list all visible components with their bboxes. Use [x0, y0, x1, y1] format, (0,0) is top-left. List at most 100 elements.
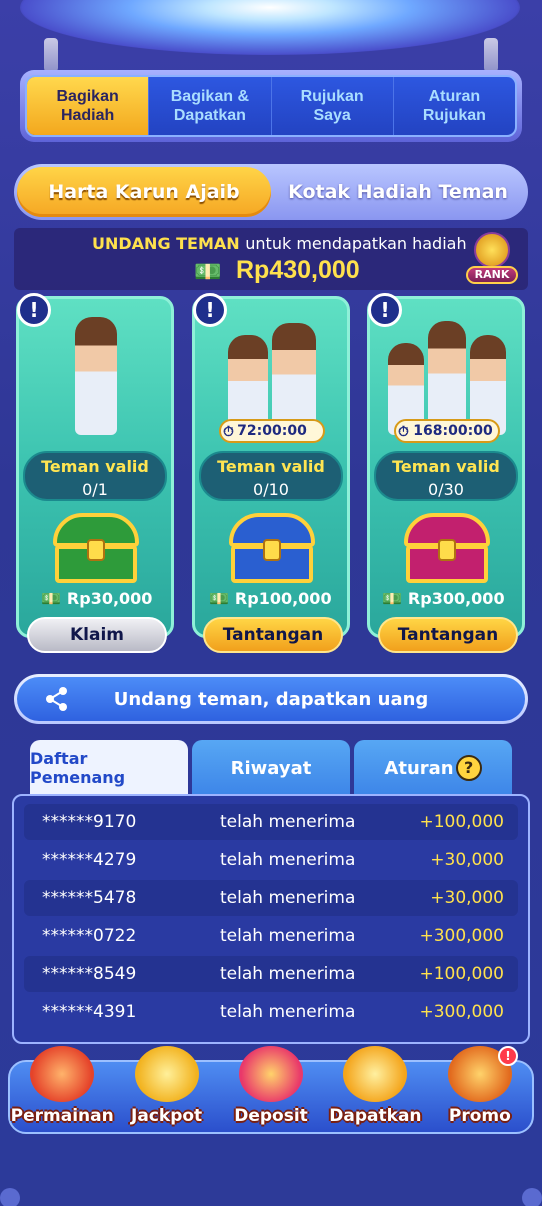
winner-amount: +300,000 [419, 926, 504, 946]
list-item: ******4279 telah menerima +30,000 [24, 842, 518, 878]
winner-amount: +30,000 [430, 888, 504, 908]
segment-kotak-hadiah-teman[interactable]: Kotak Hadiah Teman [271, 167, 525, 217]
valid-label: Teman valid [217, 457, 325, 476]
question-mark-icon: ? [455, 755, 482, 781]
tab-label: Aturan Rujukan [422, 88, 486, 124]
invite-text: untuk mendapatkan hadiah [245, 234, 467, 253]
tab-bagikan-hadiah[interactable]: Bagikan Hadiah [27, 77, 150, 135]
valid-count: 0/10 [253, 480, 289, 499]
winner-list[interactable]: ******9170 telah menerima +100,000 ******4… [12, 794, 530, 1044]
valid-friends-counter: Teman valid 0/10 [199, 451, 343, 501]
nav-label: Dapatkan [329, 1106, 422, 1126]
tab-aturan-rujukan[interactable]: Aturan Rujukan [394, 77, 515, 135]
nav-jackpot[interactable]: Jackpot [114, 1046, 218, 1132]
winner-status: telah menerima [220, 964, 356, 984]
winner-amount: +100,000 [419, 812, 504, 832]
promo-notification-badge: ! [498, 1046, 518, 1066]
nav-promo[interactable]: Promo [428, 1046, 532, 1132]
list-item: ******5478 telah menerima +30,000 [24, 880, 518, 916]
reward-card-1: ! Teman valid 0/1 💵 Rp30,000 Klaim [16, 293, 174, 653]
tab-label: Aturan [384, 757, 454, 779]
bottom-navigation: Permainan Jackpot Deposit Dapatkan Promo [8, 1046, 534, 1134]
winner-status: telah menerima [220, 888, 356, 908]
tab-riwayat[interactable]: Riwayat [192, 740, 350, 796]
winner-amount: +100,000 [419, 964, 504, 984]
money-icon: 💵 [209, 589, 229, 608]
nav-label: Permainan [10, 1106, 114, 1126]
money-icon: 💵 [41, 589, 61, 608]
nav-dapatkan[interactable]: Dapatkan [323, 1046, 427, 1132]
money-icon: 💵 [194, 260, 222, 285]
tab-aturan[interactable]: Aturan? [354, 740, 512, 796]
invite-banner: UNDANG TEMAN untuk mendapatkan hadiah 💵 … [14, 228, 528, 290]
valid-count: 0/30 [428, 480, 464, 499]
list-item: ******9170 telah menerima +100,000 [24, 804, 518, 840]
winner-user: ******4279 [42, 850, 137, 870]
bottom-edge-bar [0, 1180, 542, 1206]
tab-bagikan-dapatkan[interactable]: Bagikan & Dapatkan [149, 77, 272, 135]
nav-label: Jackpot [131, 1106, 203, 1126]
mode-segmented-control: Harta Karun Ajaib Kotak Hadiah Teman [14, 164, 528, 220]
invite-highlight: UNDANG TEMAN [92, 234, 240, 253]
treasure-chest-icon [53, 513, 139, 583]
winner-status: telah menerima [220, 1002, 356, 1022]
rank-label: RANK [466, 266, 518, 284]
character-illustration [380, 307, 514, 435]
treasure-chest-icon [404, 513, 490, 583]
winner-user: ******4391 [42, 1002, 137, 1022]
challenge-button[interactable]: Tantangan [203, 617, 343, 653]
treasure-chest-icon [229, 513, 315, 583]
list-item: ******8549 telah menerima +100,000 [24, 956, 518, 992]
top-stage-glow [0, 0, 542, 80]
tab-label: Rujukan Saya [300, 88, 364, 124]
prize-amount: 💵 Rp300,000 [382, 589, 505, 608]
valid-count: 0/1 [82, 480, 108, 499]
share-button-label: Undang teman, dapatkan uang [113, 688, 429, 710]
crown-icon [474, 232, 510, 268]
valid-friends-counter: Teman valid 0/1 [23, 451, 167, 501]
winner-status: telah menerima [220, 850, 356, 870]
nav-deposit[interactable]: Deposit [219, 1046, 323, 1132]
list-item: ******0722 telah menerima +300,000 [24, 918, 518, 954]
nav-permainan[interactable]: Permainan [10, 1046, 114, 1132]
tab-label: Bagikan Hadiah [56, 88, 119, 124]
winner-amount: +300,000 [419, 1002, 504, 1022]
challenge-button[interactable]: Tantangan [378, 617, 518, 653]
winner-user: ******9170 [42, 812, 137, 832]
top-tab-bar: Bagikan Hadiah Bagikan & Dapatkan Rujuka… [20, 70, 522, 142]
clock-icon: ⏱ [398, 424, 409, 440]
character-illustration [205, 307, 339, 435]
winner-amount: +30,000 [430, 850, 504, 870]
prize-amount: 💵 Rp30,000 [41, 589, 153, 608]
list-item: ******4391 telah menerima +300,000 [24, 994, 518, 1030]
gift-box-icon [239, 1046, 304, 1102]
tab-daftar-pemenang[interactable]: Daftar Pemenang [30, 740, 188, 796]
winner-list-tabs: Daftar Pemenang Riwayat Aturan? [30, 740, 512, 796]
countdown-timer: ⏱ 168:00:00 [394, 419, 500, 443]
left-pillar-decoration [44, 38, 58, 72]
winner-status: telah menerima [220, 812, 356, 832]
reward-card-2: ! ⏱ 72:00:00 Teman valid 0/10 💵 Rp100,000 … [192, 293, 350, 653]
character-illustration [29, 307, 163, 435]
invite-share-button[interactable]: Undang teman, dapatkan uang [14, 674, 528, 724]
trophy-icon [134, 1046, 199, 1102]
invite-headline: UNDANG TEMAN untuk mendapatkan hadiah [92, 234, 467, 253]
winner-user: ******5478 [42, 888, 137, 908]
share-icon [46, 687, 67, 711]
prize-amount: 💵 Rp100,000 [209, 589, 332, 608]
right-pillar-decoration [484, 38, 498, 72]
tab-label: Bagikan & Dapatkan [170, 88, 249, 124]
winner-status: telah menerima [220, 926, 356, 946]
nav-label: Deposit [234, 1106, 308, 1126]
tab-rujukan-saya[interactable]: Rujukan Saya [272, 77, 394, 135]
clock-icon: ⏱ [223, 424, 234, 440]
segment-harta-karun-ajaib[interactable]: Harta Karun Ajaib [17, 167, 271, 217]
claim-button[interactable]: Klaim [27, 617, 167, 653]
invite-total-amount: Rp430,000 [236, 256, 360, 284]
rank-button[interactable]: RANK [466, 232, 518, 286]
handshake-coin-icon [343, 1046, 408, 1102]
winner-user: ******0722 [42, 926, 137, 946]
valid-friends-counter: Teman valid 0/30 [374, 451, 518, 501]
winner-user: ******8549 [42, 964, 137, 984]
reward-card-3: ! ⏱ 168:00:00 Teman valid 0/30 💵 Rp300,000… [367, 293, 525, 653]
